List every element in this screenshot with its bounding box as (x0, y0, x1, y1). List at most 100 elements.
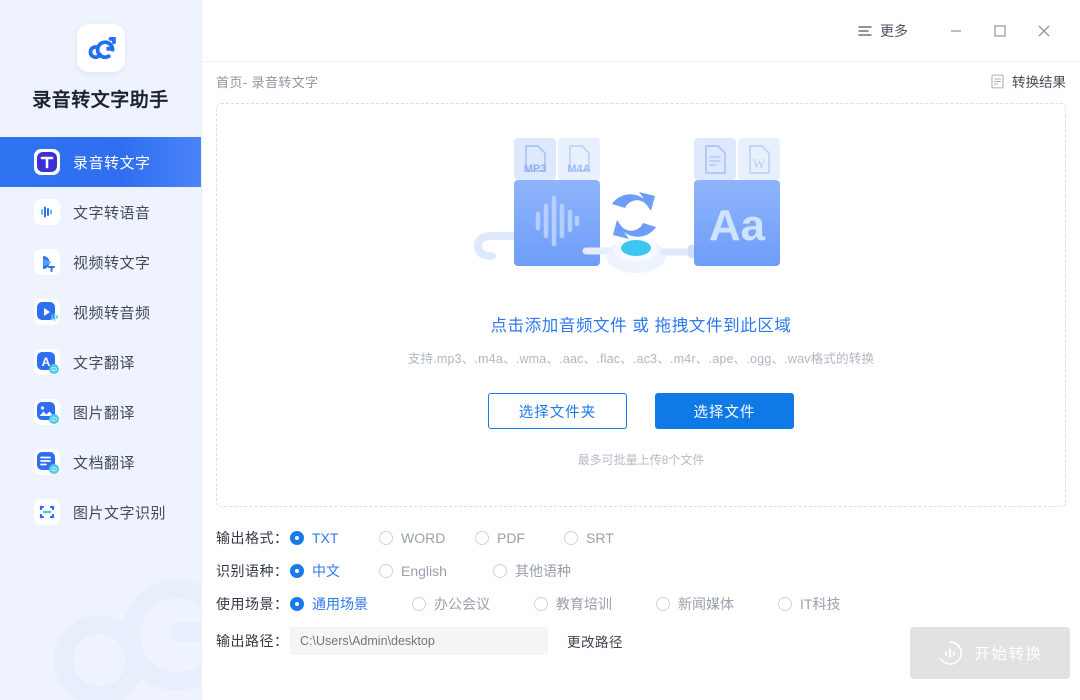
radio-label: English (401, 562, 447, 579)
sidebar-item-video-to-audio[interactable]: 视频转音频 (0, 287, 201, 337)
radio-output-format-srt[interactable]: SRT (564, 530, 614, 546)
select-folder-button[interactable]: 选择文件夹 (488, 393, 627, 429)
conversion-illustration: MP3 M4A W Aa (473, 138, 780, 273)
dropzone-buttons: 选择文件夹 选择文件 (488, 393, 794, 429)
radio-icon (493, 563, 507, 578)
audio-to-text-icon (34, 149, 60, 175)
sidebar-item-label: 文字转语音 (73, 204, 151, 222)
text-to-speech-icon (34, 199, 60, 225)
setting-row-output-format: 输出格式： TXT WORD PDF SRT (216, 521, 1080, 554)
sidebar-item-label: 文档翻译 (73, 454, 136, 472)
breadcrumb: 首页- 录音转文字 (216, 74, 319, 90)
svg-text:中: 中 (51, 366, 57, 374)
main-area: 更多 首页- 录音转文字 转换结果 MP3 M4A W Aa 点击添加音频文件 … (201, 0, 1080, 700)
radio-label: 办公会议 (434, 595, 490, 612)
sidebar-item-text-to-speech[interactable]: 文字转语音 (0, 187, 201, 237)
radio-output-format-pdf[interactable]: PDF (475, 530, 560, 546)
document-translate-icon: 中 (34, 449, 60, 475)
video-to-text-icon (34, 249, 60, 275)
ocr-icon (34, 499, 60, 525)
svg-text:中: 中 (51, 416, 57, 424)
minimize-button[interactable] (934, 11, 978, 51)
change-path-button[interactable]: 更改路径 (567, 631, 623, 651)
titlebar: 更多 (202, 0, 1080, 62)
output-path-input[interactable] (290, 626, 548, 655)
radio-icon (656, 596, 670, 611)
sidebar-item-label: 录音转文字 (73, 154, 151, 172)
breadcrumb-row: 首页- 录音转文字 转换结果 (202, 62, 1080, 100)
sidebar-item-label: 文字翻译 (73, 354, 136, 372)
radio-icon (564, 530, 578, 545)
radio-output-format-word[interactable]: WORD (379, 530, 471, 546)
radio-language-other[interactable]: 其他语种 (493, 561, 571, 581)
minimize-icon (951, 29, 961, 32)
radio-label: PDF (497, 529, 525, 546)
sidebar-item-label: 图片文字识别 (73, 504, 167, 522)
radio-icon (412, 596, 426, 611)
radio-icon (379, 530, 393, 545)
radio-icon (778, 596, 792, 611)
radio-label: 新闻媒体 (678, 595, 734, 612)
radio-label: TXT (312, 529, 339, 546)
radio-label: 教育培训 (556, 595, 612, 612)
svg-text:A: A (42, 355, 51, 369)
conversion-result-link[interactable]: 转换结果 (989, 71, 1066, 91)
file-dropzone[interactable]: MP3 M4A W Aa 点击添加音频文件 或 拖拽文件到此区域 支持.mp3、… (216, 103, 1066, 507)
image-translate-icon: 中 (34, 399, 60, 425)
svg-text:Aa: Aa (709, 201, 766, 250)
sidebar-watermark-logo (54, 579, 201, 700)
sidebar-item-image-translate[interactable]: 中 图片翻译 (0, 387, 201, 437)
radio-label: 其他语种 (515, 562, 571, 579)
conversion-result-label: 转换结果 (1012, 75, 1066, 90)
radio-scenario-office[interactable]: 办公会议 (412, 594, 530, 614)
document-icon (991, 74, 1004, 88)
text-translate-icon: A 中 (34, 349, 60, 375)
sidebar-item-ocr[interactable]: 图片文字识别 (0, 487, 201, 537)
radio-scenario-it[interactable]: IT科技 (778, 594, 840, 614)
maximize-icon (994, 24, 1006, 37)
menu-icon (858, 25, 872, 36)
sidebar-item-label: 视频转音频 (73, 304, 151, 322)
sidebar-item-text-translate[interactable]: A 中 文字翻译 (0, 337, 201, 387)
radio-scenario-news[interactable]: 新闻媒体 (656, 594, 774, 614)
radio-icon (475, 530, 489, 545)
start-conversion-button[interactable]: 开始转换 (910, 627, 1070, 679)
setting-label: 输出路径： (216, 632, 289, 649)
sidebar-item-label: 图片翻译 (73, 404, 136, 422)
maximize-button[interactable] (978, 11, 1022, 51)
radio-scenario-general[interactable]: 通用场景 (290, 594, 408, 614)
sidebar-item-document-translate[interactable]: 中 文档翻译 (0, 437, 201, 487)
radio-icon (290, 563, 304, 578)
sidebar-item-label: 视频转文字 (73, 254, 151, 272)
sidebar-item-video-to-text[interactable]: 视频转文字 (0, 237, 201, 287)
radio-language-chinese[interactable]: 中文 (290, 561, 375, 581)
convert-circle-icon (940, 641, 963, 665)
sidebar-item-audio-to-text[interactable]: 录音转文字 (0, 137, 201, 187)
app-name: 录音转文字助手 (32, 90, 169, 111)
dropzone-subtitle: 支持.mp3、.m4a、.wma、.aac、.flac、.ac3、.m4r、.a… (407, 352, 875, 366)
radio-language-english[interactable]: English (379, 563, 489, 579)
app-window: 录音转文字助手 录音转文字 文字转语音 视频转文字 视频转音频 A 中 文字翻译… (0, 0, 1080, 700)
radio-label: WORD (401, 529, 446, 546)
more-button[interactable]: 更多 (857, 21, 908, 41)
svg-text:W: W (753, 156, 766, 171)
sidebar-nav: 录音转文字 文字转语音 视频转文字 视频转音频 A 中 文字翻译 中 图片翻译 … (0, 137, 201, 537)
app-logo-icon (88, 36, 116, 60)
dropzone-note: 最多可批量上传8个文件 (577, 453, 705, 467)
dropzone-title: 点击添加音频文件 或 拖拽文件到此区域 (490, 317, 792, 335)
svg-text:M4A: M4A (567, 163, 590, 175)
radio-label: SRT (586, 529, 614, 546)
radio-icon (534, 596, 548, 611)
radio-label: IT科技 (800, 595, 841, 612)
setting-label: 输出格式： (216, 529, 289, 546)
svg-text:MP3: MP3 (524, 163, 547, 175)
start-conversion-label: 开始转换 (974, 646, 1043, 663)
setting-row-recognition-language: 识别语种： 中文 English 其他语种 (216, 554, 1080, 587)
app-logo (76, 24, 125, 72)
close-button[interactable] (1022, 11, 1066, 51)
radio-output-format-txt[interactable]: TXT (290, 530, 375, 546)
radio-scenario-education[interactable]: 教育培训 (534, 594, 652, 614)
radio-icon (290, 530, 304, 545)
radio-icon (290, 596, 304, 611)
select-file-button[interactable]: 选择文件 (655, 393, 794, 429)
